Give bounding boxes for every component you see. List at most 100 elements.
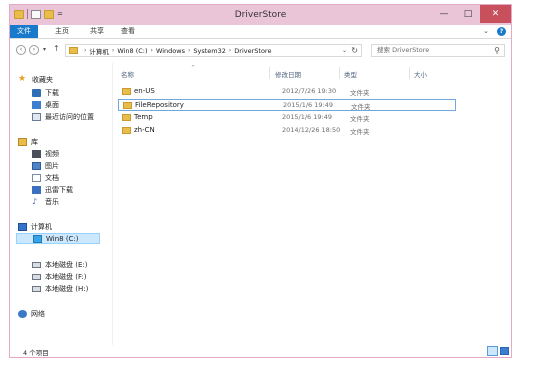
- forward-button[interactable]: ›: [29, 45, 39, 55]
- video-icon: [32, 149, 41, 158]
- file-row[interactable]: Temp 2015/1/6 19:49 文件夹: [118, 112, 456, 124]
- search-input[interactable]: 搜索 DriverStore ⚲: [371, 44, 505, 57]
- nav-label: 收藏夹: [32, 75, 53, 84]
- file-name: Temp: [134, 113, 153, 121]
- column-header-type[interactable]: 类型: [344, 69, 357, 79]
- recent-locations-icon[interactable]: ▾: [43, 46, 46, 53]
- expand-ribbon-icon[interactable]: ⌄: [483, 27, 489, 35]
- column-divider[interactable]: [409, 67, 410, 79]
- windows-drive-icon: [33, 234, 42, 243]
- nav-item-downloads[interactable]: 下载: [32, 87, 59, 98]
- nav-item-recent[interactable]: 最近访问的位置: [32, 111, 94, 122]
- nav-label: 库: [31, 137, 38, 146]
- file-row[interactable]: zh-CN 2014/12/26 18:50 文件夹: [118, 125, 456, 137]
- drive-icon: [32, 261, 41, 268]
- desktop-icon: [32, 100, 41, 109]
- nav-item-drive-e[interactable]: 本地磁盘 (E:): [32, 259, 87, 270]
- pane-splitter[interactable]: [112, 63, 113, 345]
- window-controls: — □ ✕: [432, 5, 511, 23]
- nav-label: 迅雷下载: [45, 185, 73, 194]
- folder-icon: [123, 102, 132, 109]
- breadcrumb-drive[interactable]: Win8 (C:): [117, 47, 147, 55]
- star-icon: ★: [18, 74, 27, 84]
- breadcrumb-separator: ›: [84, 47, 87, 54]
- tab-view[interactable]: 查看: [113, 25, 143, 38]
- download-icon: [32, 88, 41, 97]
- navigation-pane: ★ 收藏夹 下载 桌面 最近访问的位置 库 视频 图片 文档 迅雷下载 ♪ 音乐…: [10, 63, 110, 345]
- breadcrumb-system32[interactable]: System32: [193, 47, 226, 55]
- address-dropdown-icon[interactable]: ⌄: [342, 47, 347, 54]
- nav-network[interactable]: 网络: [18, 308, 45, 319]
- folder-icon: [122, 127, 131, 134]
- column-header-name[interactable]: 名称: [121, 69, 134, 79]
- back-button[interactable]: ‹: [16, 45, 26, 55]
- ribbon-tabs: 文件 主页 共享 查看 ⌄ ?: [10, 25, 511, 39]
- library-icon: [18, 137, 27, 146]
- network-icon: [18, 309, 27, 318]
- file-type: 文件夹: [350, 115, 370, 123]
- file-date: 2015/1/6 19:49: [283, 101, 333, 109]
- breadcrumb-computer[interactable]: 计算机: [89, 46, 109, 56]
- nav-computer[interactable]: 计算机: [18, 221, 52, 232]
- nav-item-desktop[interactable]: 桌面: [32, 99, 59, 110]
- breadcrumb-separator: ›: [111, 47, 115, 54]
- nav-item-thunder-downloads[interactable]: 迅雷下载: [32, 184, 73, 195]
- nav-item-pictures[interactable]: 图片: [32, 160, 59, 171]
- tab-share[interactable]: 共享: [82, 25, 112, 38]
- maximize-button[interactable]: □: [456, 5, 480, 23]
- nav-label: 下载: [45, 88, 59, 97]
- nav-item-drive-h[interactable]: 本地磁盘 (H:): [32, 283, 88, 294]
- nav-label: 计算机: [31, 222, 52, 231]
- file-row-selected[interactable]: FileRepository 2015/1/6 19:49 文件夹: [118, 99, 456, 111]
- address-bar[interactable]: › 计算机 › Win8 (C:) › Windows › System32 ›…: [65, 44, 362, 57]
- nav-item-documents[interactable]: 文档: [32, 172, 59, 183]
- file-date: 2015/1/6 19:49: [282, 113, 332, 121]
- drive-icon: [32, 273, 41, 280]
- details-view-button[interactable]: [487, 346, 498, 356]
- sort-ascending-icon: ^: [191, 65, 196, 71]
- nav-item-videos[interactable]: 视频: [32, 148, 59, 159]
- column-divider[interactable]: [339, 67, 340, 79]
- picture-icon: [32, 161, 41, 170]
- file-name: zh-CN: [134, 126, 155, 134]
- title-bar[interactable]: = DriverStore — □ ✕: [10, 5, 511, 25]
- tab-home[interactable]: 主页: [47, 25, 77, 38]
- nav-item-drive-f[interactable]: 本地磁盘 (F:): [32, 271, 87, 282]
- refresh-icon[interactable]: ↻: [351, 46, 358, 55]
- document-icon: [32, 173, 41, 182]
- file-type: 文件夹: [350, 128, 370, 136]
- drive-icon: [32, 285, 41, 292]
- nav-label: 本地磁盘 (H:): [45, 284, 89, 293]
- column-header-size[interactable]: 大小: [414, 69, 427, 79]
- navigation-bar: ‹ › ▾ ↑ › 计算机 › Win8 (C:) › Windows › Sy…: [10, 40, 511, 61]
- nav-item-win8-drive[interactable]: Win8 (C:): [16, 233, 100, 244]
- breadcrumb-windows[interactable]: Windows: [156, 47, 185, 55]
- music-icon: ♪: [32, 196, 38, 206]
- breadcrumb-driverstore[interactable]: DriverStore: [234, 47, 271, 55]
- file-row[interactable]: en-US 2012/7/26 19:30 文件夹: [118, 86, 456, 98]
- column-header-date[interactable]: 修改日期: [275, 69, 301, 79]
- up-button[interactable]: ↑: [53, 44, 60, 53]
- search-placeholder: 搜索 DriverStore: [377, 46, 430, 54]
- nav-favorites[interactable]: ★ 收藏夹: [18, 74, 53, 85]
- nav-label: 本地磁盘 (F:): [45, 272, 87, 281]
- breadcrumb-separator: ›: [150, 47, 153, 54]
- nav-label: 图片: [45, 161, 59, 170]
- explorer-window: = DriverStore — □ ✕ 文件 主页 共享 查看 ⌄ ? ‹ › …: [9, 4, 512, 358]
- search-icon[interactable]: ⚲: [494, 45, 500, 56]
- file-name: FileRepository: [135, 101, 184, 109]
- minimize-button[interactable]: —: [432, 5, 456, 23]
- nav-label: Win8 (C:): [46, 234, 79, 243]
- nav-libraries[interactable]: 库: [18, 136, 38, 147]
- tab-file[interactable]: 文件: [10, 25, 38, 38]
- computer-icon: [18, 222, 27, 231]
- large-icons-view-button[interactable]: [500, 347, 509, 355]
- breadcrumb-separator: ›: [228, 47, 232, 54]
- help-icon[interactable]: ?: [497, 27, 506, 36]
- nav-item-music[interactable]: ♪ 音乐: [32, 196, 59, 207]
- column-divider[interactable]: [269, 67, 270, 79]
- close-button[interactable]: ✕: [480, 5, 511, 23]
- download-icon: [32, 185, 41, 194]
- nav-label: 本地磁盘 (E:): [45, 260, 88, 269]
- nav-label: 桌面: [45, 100, 59, 109]
